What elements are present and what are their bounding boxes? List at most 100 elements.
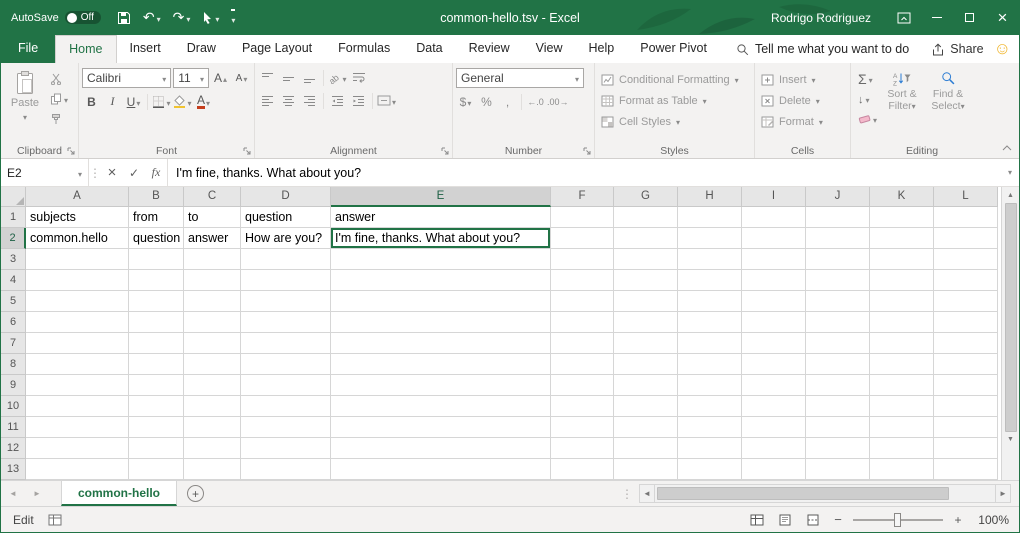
cell-D2[interactable]: How are you? — [241, 228, 331, 249]
column-header-L[interactable]: L — [934, 187, 998, 207]
normal-view-button[interactable] — [745, 510, 769, 530]
cell-A13[interactable] — [26, 459, 129, 480]
tab-insert[interactable]: Insert — [117, 35, 174, 63]
customize-qat-button[interactable] — [231, 9, 235, 26]
sheet-tab-common-hello[interactable]: common-hello — [61, 481, 177, 506]
cell-D10[interactable] — [241, 396, 331, 417]
cell-B9[interactable] — [129, 375, 184, 396]
cell-L6[interactable] — [934, 312, 998, 333]
cell-H11[interactable] — [678, 417, 742, 438]
comma-style-button[interactable]: , — [498, 92, 517, 111]
orientation-button[interactable]: ab — [328, 68, 347, 87]
cell-J10[interactable] — [806, 396, 870, 417]
cell-K2[interactable] — [870, 228, 934, 249]
orientation-dropdown-icon[interactable] — [342, 71, 346, 85]
scroll-up-button[interactable] — [1002, 187, 1019, 203]
cell-K10[interactable] — [870, 396, 934, 417]
column-header-B[interactable]: B — [129, 187, 184, 207]
cell-E6[interactable] — [331, 312, 551, 333]
column-header-H[interactable]: H — [678, 187, 742, 207]
cell-styles-button[interactable]: Cell Styles — [598, 111, 751, 132]
format-as-table-button[interactable]: Format as Table — [598, 90, 751, 111]
insert-function-button[interactable] — [145, 159, 167, 186]
cell-F6[interactable] — [551, 312, 614, 333]
cell-H4[interactable] — [678, 270, 742, 291]
vertical-scrollbar-thumb[interactable] — [1005, 203, 1017, 432]
cell-D7[interactable] — [241, 333, 331, 354]
conditional-formatting-dropdown-icon[interactable] — [735, 74, 739, 86]
font-name-dropdown-icon[interactable] — [162, 71, 166, 85]
name-box-dropdown-icon[interactable] — [78, 166, 82, 180]
tab-draw[interactable]: Draw — [174, 35, 229, 63]
account-name[interactable]: Rodrigo Rodriguez — [771, 11, 871, 25]
cell-J6[interactable] — [806, 312, 870, 333]
row-header-8[interactable]: 8 — [1, 354, 26, 375]
cell-E11[interactable] — [331, 417, 551, 438]
touch-mouse-mode-button[interactable] — [202, 11, 219, 25]
cell-I12[interactable] — [742, 438, 806, 459]
increase-indent-button[interactable] — [349, 91, 368, 110]
cell-D13[interactable] — [241, 459, 331, 480]
cell-A2[interactable]: common.hello — [26, 228, 129, 249]
cell-E5[interactable] — [331, 291, 551, 312]
sheet-bar-resize-handle[interactable] — [621, 481, 633, 506]
row-header-1[interactable]: 1 — [1, 207, 26, 228]
column-header-K[interactable]: K — [870, 187, 934, 207]
cell-G4[interactable] — [614, 270, 678, 291]
cell-K13[interactable] — [870, 459, 934, 480]
cell-C11[interactable] — [184, 417, 241, 438]
cell-I2[interactable] — [742, 228, 806, 249]
format-painter-button[interactable] — [50, 111, 68, 126]
cell-D11[interactable] — [241, 417, 331, 438]
cell-E3[interactable] — [331, 249, 551, 270]
collapse-ribbon-button[interactable] — [1001, 141, 1013, 155]
cell-F11[interactable] — [551, 417, 614, 438]
redo-dropdown-icon[interactable] — [186, 11, 190, 25]
horizontal-scrollbar[interactable] — [639, 484, 1011, 503]
align-right-button[interactable] — [300, 91, 319, 110]
cell-F2[interactable] — [551, 228, 614, 249]
row-header-13[interactable]: 13 — [1, 459, 26, 480]
tell-me-box[interactable]: Tell me what you want to do — [736, 35, 909, 63]
cell-L5[interactable] — [934, 291, 998, 312]
ribbon-display-options-button[interactable] — [887, 0, 920, 35]
name-box[interactable]: E2 — [1, 159, 89, 186]
cell-K11[interactable] — [870, 417, 934, 438]
tab-file[interactable]: File — [1, 35, 55, 63]
cell-C2[interactable]: answer — [184, 228, 241, 249]
cell-C5[interactable] — [184, 291, 241, 312]
vertical-scrollbar[interactable] — [1001, 187, 1019, 480]
top-align-button[interactable] — [258, 68, 277, 87]
zoom-out-button[interactable] — [829, 513, 847, 527]
cell-L3[interactable] — [934, 249, 998, 270]
cell-A10[interactable] — [26, 396, 129, 417]
borders-button[interactable] — [152, 92, 171, 111]
cell-G11[interactable] — [614, 417, 678, 438]
formula-input[interactable]: I'm fine, thanks. What about you? — [167, 159, 1001, 186]
cell-J12[interactable] — [806, 438, 870, 459]
increase-decimal-button[interactable]: ←.0 — [526, 92, 545, 111]
zoom-in-button[interactable] — [949, 513, 967, 527]
cell-I3[interactable] — [742, 249, 806, 270]
cell-B8[interactable] — [129, 354, 184, 375]
copy-button[interactable] — [50, 91, 68, 106]
column-header-J[interactable]: J — [806, 187, 870, 207]
horizontal-scrollbar-thumb[interactable] — [657, 487, 949, 500]
new-sheet-button[interactable] — [187, 485, 204, 502]
row-header-9[interactable]: 9 — [1, 375, 26, 396]
cell-B6[interactable] — [129, 312, 184, 333]
cancel-entry-button[interactable] — [101, 159, 123, 186]
row-header-3[interactable]: 3 — [1, 249, 26, 270]
cell-H5[interactable] — [678, 291, 742, 312]
cell-L11[interactable] — [934, 417, 998, 438]
cell-H2[interactable] — [678, 228, 742, 249]
feedback-smiley-icon[interactable] — [994, 39, 1011, 59]
row-header-5[interactable]: 5 — [1, 291, 26, 312]
cell-J13[interactable] — [806, 459, 870, 480]
cell-E13[interactable] — [331, 459, 551, 480]
cell-H3[interactable] — [678, 249, 742, 270]
font-size-dropdown-icon[interactable] — [200, 71, 204, 85]
decrease-font-size-button[interactable]: A — [232, 69, 251, 88]
sheet-nav-next-button[interactable] — [25, 481, 49, 506]
cell-C12[interactable] — [184, 438, 241, 459]
